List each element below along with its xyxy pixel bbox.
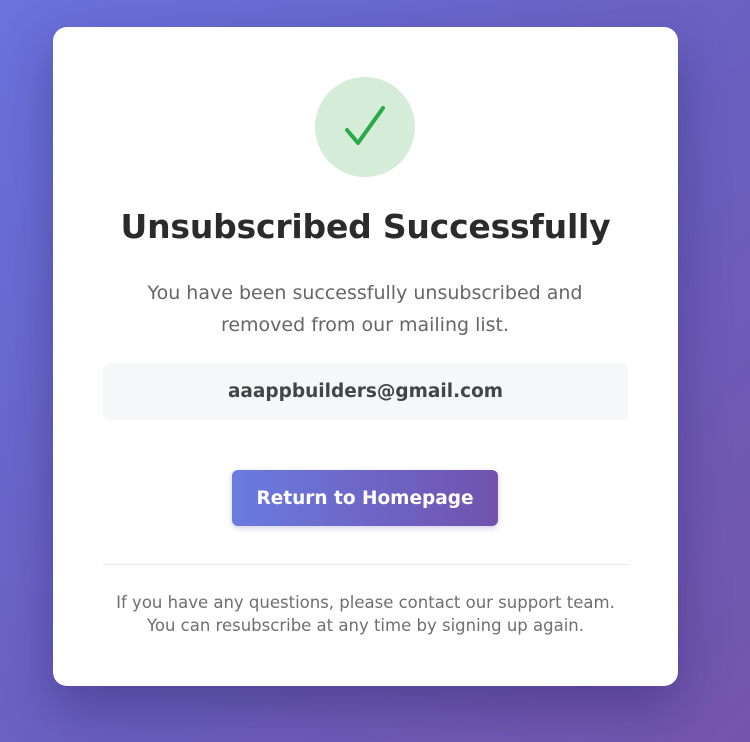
footer-support-text: If you have any questions, please contac… <box>116 593 615 612</box>
footer-resubscribe-text: You can resubscribe at any time by signi… <box>146 616 585 635</box>
email-address: aaappbuilders@gmail.com <box>103 363 628 420</box>
confirmation-message: You have been successfully unsubscribed … <box>147 282 583 336</box>
unsubscribe-card: Unsubscribed Successfully You have been … <box>53 27 678 686</box>
footer-note: If you have any questions, please contac… <box>53 591 678 637</box>
return-home-button[interactable]: Return to Homepage <box>232 470 498 526</box>
checkmark-icon <box>345 106 385 145</box>
page-title: Unsubscribed Successfully <box>120 207 611 246</box>
divider <box>103 564 628 565</box>
success-badge <box>315 77 415 177</box>
